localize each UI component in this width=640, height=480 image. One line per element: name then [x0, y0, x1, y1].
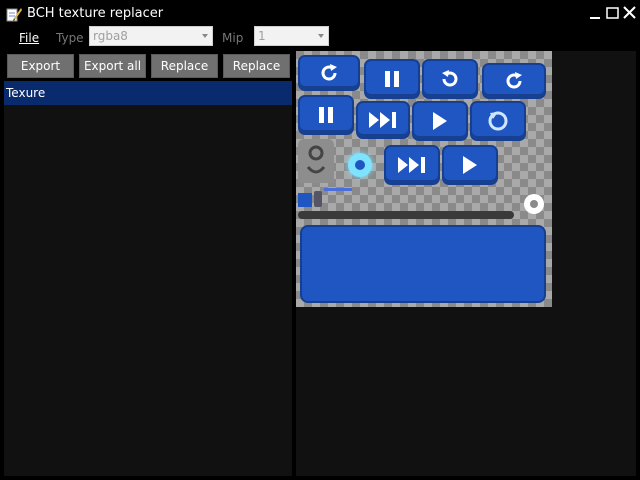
sprite-handle [314, 191, 322, 207]
chevron-down-icon [202, 34, 208, 38]
texture-preview-panel [296, 51, 636, 476]
replace-button[interactable]: Replace [151, 54, 218, 78]
sprite-redo-icon [482, 63, 546, 99]
mip-label: Mip [222, 31, 244, 45]
sprite-panel [300, 225, 546, 303]
sprite-dot-icon [524, 194, 544, 214]
mip-select[interactable]: 1 [254, 26, 329, 46]
type-select[interactable]: rgba8 [89, 26, 213, 46]
list-item[interactable]: Texure [4, 81, 292, 105]
sprite-fast-forward-icon [384, 145, 440, 185]
sprite-progress-track [298, 211, 514, 219]
sprite-lock-icon [298, 139, 334, 183]
maximize-icon[interactable] [604, 4, 622, 22]
notepad-pencil-icon [6, 6, 22, 22]
minimize-icon[interactable] [586, 4, 604, 22]
sprite-pause-icon [298, 95, 354, 135]
type-label: Type [56, 31, 84, 45]
mip-select-value: 1 [258, 29, 266, 43]
texture-list[interactable]: Texure [4, 81, 292, 476]
sprite-undo-icon [422, 59, 478, 99]
texture-image [296, 51, 552, 307]
sprite-play-icon [412, 101, 468, 141]
title-bar: BCH texture replacer [0, 0, 640, 28]
menu-file[interactable]: File [19, 31, 39, 45]
sprite-ring-icon [348, 153, 372, 177]
type-select-value: rgba8 [93, 29, 128, 43]
sprite-undo-icon [470, 101, 526, 141]
sprite-square [298, 193, 312, 207]
window-title: BCH texture replacer [27, 6, 164, 21]
close-icon[interactable] [621, 4, 639, 22]
sprite-line [324, 188, 352, 191]
sprite-play-icon [442, 145, 498, 185]
replace-all-button[interactable]: Replace all [223, 54, 290, 95]
export-button[interactable]: Export [7, 54, 74, 78]
sprite-pause-icon [364, 59, 420, 99]
sprite-fast-forward-icon [356, 101, 410, 139]
chevron-down-icon [318, 34, 324, 38]
sprite-redo-icon [298, 55, 360, 91]
export-all-button[interactable]: Export all [79, 54, 146, 78]
